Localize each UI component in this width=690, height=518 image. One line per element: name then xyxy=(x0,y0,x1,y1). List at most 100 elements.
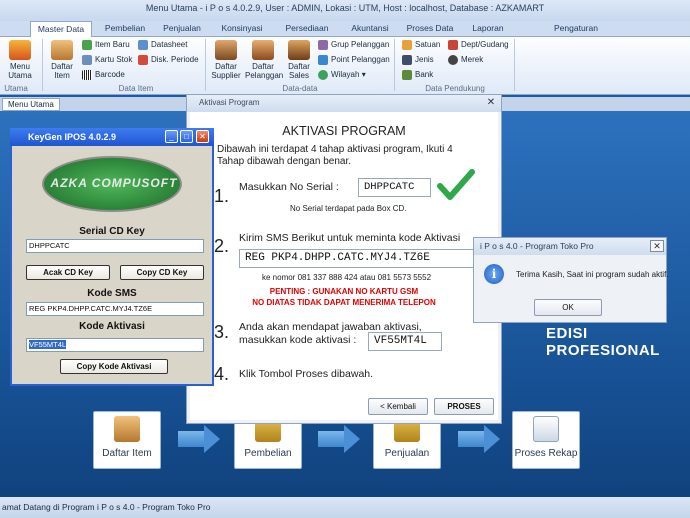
bank-button[interactable]: Bank xyxy=(402,70,433,80)
merek-button[interactable]: Merek xyxy=(448,55,483,65)
daftar-item-button[interactable]: Daftar Item xyxy=(46,40,78,80)
dept-gudang-button[interactable]: Dept/Gudang xyxy=(448,40,509,50)
sms-text-field[interactable]: REG PKP4.DHPP.CATC.MYJ4.TZ6E xyxy=(239,249,474,268)
ribbon-separator xyxy=(42,39,43,91)
jenis-button[interactable]: Jenis xyxy=(402,55,434,65)
chevron-down-icon: ▾ xyxy=(361,70,366,80)
flow-penjualan-label: Penjualan xyxy=(384,448,430,459)
daftar-supplier-button[interactable]: Daftar Supplier xyxy=(210,40,242,80)
activation-intro-2: Tahap dibawah dengan benar. xyxy=(217,156,352,167)
home-icon xyxy=(9,40,31,60)
message-close-button[interactable]: ✕ xyxy=(650,240,664,252)
add-icon xyxy=(82,40,92,50)
warning-line-1: PENTING : GUNAKAN NO KARTU GSM xyxy=(269,287,419,296)
step-3-label-2: masukkan kode aktivasi : xyxy=(239,334,357,346)
box-icon xyxy=(51,40,73,60)
ribbon: Menu Utama Utama Daftar Item Item Baru K… xyxy=(0,37,690,95)
tab-konsinyasi[interactable]: Konsinyasi xyxy=(214,21,270,37)
tab-pengaturan[interactable]: Pengaturan xyxy=(546,21,606,37)
maximize-icon: □ xyxy=(184,132,189,141)
unit-icon xyxy=(402,40,412,50)
warehouse-icon xyxy=(448,40,458,50)
tab-master-data[interactable]: Master Data xyxy=(30,21,92,38)
copy-cd-key-button[interactable]: Copy CD Key xyxy=(120,265,204,280)
sheet-icon xyxy=(138,40,148,50)
percent-icon xyxy=(138,55,148,65)
flow-pembelian-label: Pembelian xyxy=(244,448,292,459)
daftar-supplier-label: Daftar Supplier xyxy=(211,62,241,80)
barcode-label: Barcode xyxy=(95,70,125,80)
message-text: Terima Kasih, Saat ini program sudah akt… xyxy=(516,270,669,279)
kartu-stok-label: Kartu Stok xyxy=(95,55,133,65)
wilayah-button[interactable]: Wilayah ▾ xyxy=(318,70,366,80)
step-2-label: Kirim SMS Berikut untuk meminta kode Akt… xyxy=(239,232,461,244)
box-icon xyxy=(114,416,140,442)
dept-gudang-label: Dept/Gudang xyxy=(461,40,509,50)
point-pelanggan-button[interactable]: Point Pelanggan xyxy=(318,55,390,65)
menu-utama-button[interactable]: Menu Utama xyxy=(0,40,40,80)
datasheet-button[interactable]: Datasheet xyxy=(138,40,187,50)
kode-aktivasi-input[interactable]: VF55MT4L xyxy=(26,338,204,352)
step-2-number: 2. xyxy=(214,236,230,256)
edition-label: EDISI PROFESIONAL xyxy=(546,325,660,359)
activation-title-bar: Aktivasi Program xyxy=(187,95,501,112)
satuan-button[interactable]: Satuan xyxy=(402,40,440,50)
group-label-data-data: Data-data xyxy=(282,84,318,93)
kode-sms-label: Kode SMS xyxy=(87,288,137,299)
checkmark-icon xyxy=(437,169,475,200)
ribbon-separator xyxy=(205,39,206,91)
warning-line-2: NO DIATAS TIDAK DAPAT MENERIMA TELEPON xyxy=(252,298,436,307)
tab-akuntansi[interactable]: Akuntansi xyxy=(342,21,398,37)
step-3-number: 3. xyxy=(214,322,230,342)
tab-proses-data[interactable]: Proses Data xyxy=(402,21,458,37)
proses-button[interactable]: PROSES xyxy=(434,398,494,415)
maximize-button[interactable]: □ xyxy=(180,130,193,143)
copy-kode-aktivasi-button[interactable]: Copy Kode Aktivasi xyxy=(60,359,168,374)
grup-pelanggan-button[interactable]: Grup Pelanggan xyxy=(318,40,389,50)
tab-laporan[interactable]: Laporan xyxy=(466,21,510,37)
tab-penjualan[interactable]: Penjualan xyxy=(156,21,208,37)
card-icon xyxy=(82,55,92,65)
tab-persediaan[interactable]: Persediaan xyxy=(278,21,336,37)
kode-sms-input[interactable]: REG PKP4.DHPP.CATC.MYJ4.TZ6E xyxy=(26,302,204,316)
kartu-stok-button[interactable]: Kartu Stok xyxy=(82,55,132,65)
step-4-label: Klik Tombol Proses dibawah. xyxy=(239,368,374,380)
info-icon: i xyxy=(484,264,504,284)
ribbon-separator xyxy=(514,39,515,91)
activation-code-input[interactable]: VF55MT4L xyxy=(368,332,442,351)
daftar-pelanggan-button[interactable]: Daftar Pelanggan xyxy=(245,40,283,80)
barcode-button[interactable]: Barcode xyxy=(82,70,125,80)
kode-aktivasi-selected-text: VF55MT4L xyxy=(29,340,67,349)
ok-button[interactable]: OK xyxy=(534,299,602,316)
datasheet-label: Datasheet xyxy=(151,40,188,50)
keygen-close-button[interactable]: ✕ xyxy=(196,130,209,143)
serial-cd-key-input[interactable]: DHPPCATC xyxy=(26,239,204,253)
globe-icon xyxy=(318,70,328,80)
daftar-sales-label: Daftar Sales xyxy=(288,62,310,80)
minimize-icon: _ xyxy=(169,132,174,141)
wilayah-label: Wilayah xyxy=(331,70,360,80)
back-button[interactable]: < Kembali xyxy=(368,398,428,415)
close-icon: ✕ xyxy=(199,132,206,141)
flow-daftar-item-button[interactable]: Daftar Item xyxy=(93,411,161,469)
kode-aktivasi-label: Kode Aktivasi xyxy=(79,321,145,332)
flow-proses-rekap-button[interactable]: Proses Rekap xyxy=(512,411,580,469)
step-1-label: Masukkan No Serial : xyxy=(239,181,339,193)
logo-text: AZKA COMPUSOFT xyxy=(50,176,178,190)
status-bar: amat Datang di Program i P o s 4.0 - Pro… xyxy=(0,497,690,518)
daftar-sales-button[interactable]: Daftar Sales xyxy=(284,40,314,80)
flow-proses-rekap-label: Proses Rekap xyxy=(514,448,578,459)
point-pelanggan-label: Point Pelanggan xyxy=(331,55,390,65)
daftar-item-label: Daftar Item xyxy=(51,62,73,80)
step-4-number: 4. xyxy=(214,364,230,384)
close-button[interactable]: ✕ xyxy=(484,97,498,109)
minimize-button[interactable]: _ xyxy=(165,130,178,143)
type-icon xyxy=(402,55,412,65)
disk-periode-button[interactable]: Disk. Periode xyxy=(138,55,199,65)
serial-input[interactable]: DHPPCATC xyxy=(358,178,431,197)
document-tab-menu-utama[interactable]: Menu Utama xyxy=(2,98,60,111)
acak-cd-key-button[interactable]: Acak CD Key xyxy=(26,265,110,280)
item-baru-button[interactable]: Item Baru xyxy=(82,40,130,50)
tab-pembelian[interactable]: Pembelian xyxy=(97,21,153,37)
message-title-bar: i P o s 4.0 - Program Toko Pro xyxy=(474,238,666,255)
